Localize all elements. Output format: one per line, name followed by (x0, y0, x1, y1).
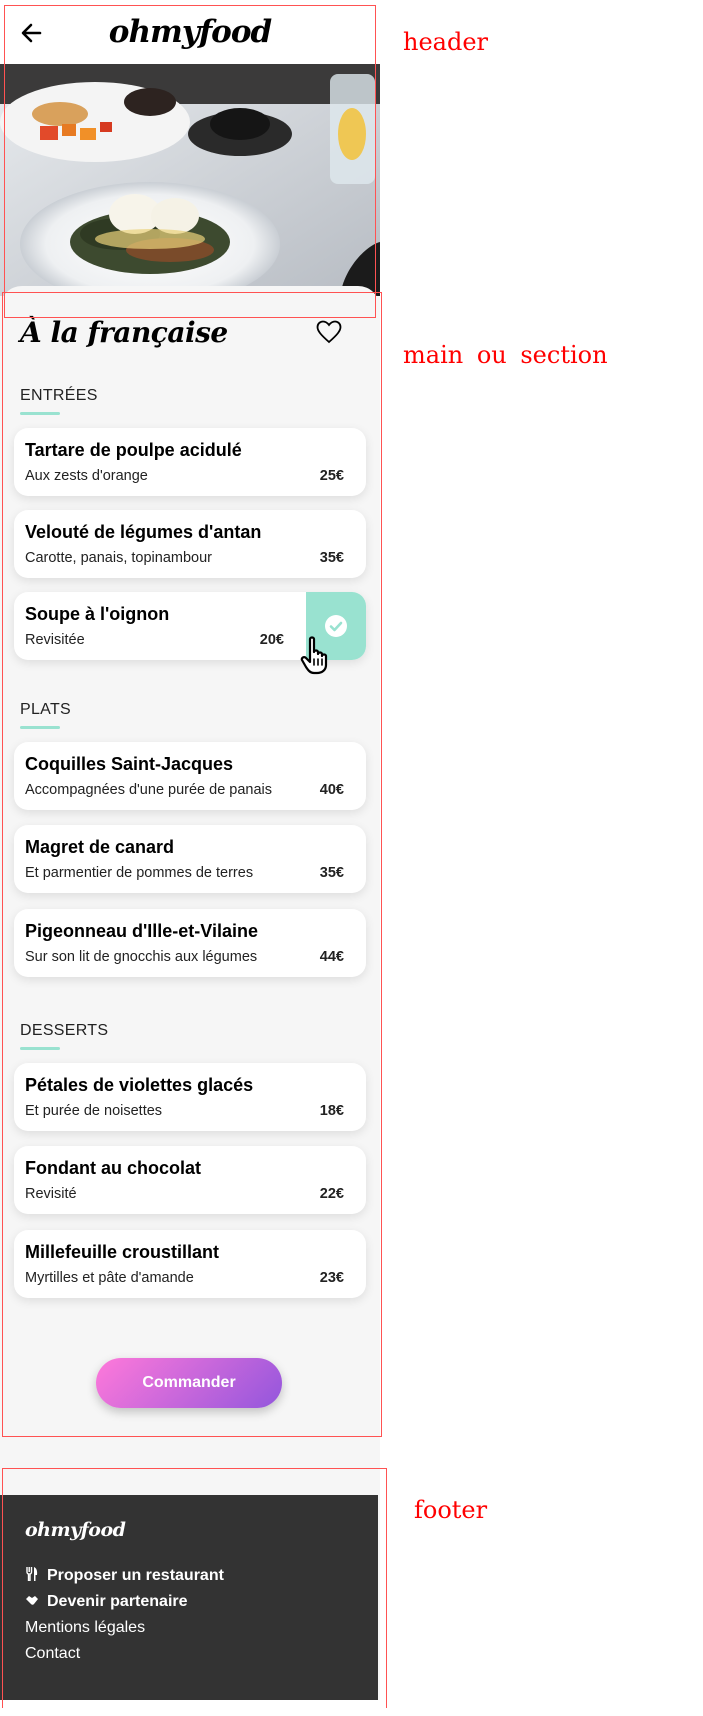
pointer-hand-icon (300, 636, 328, 675)
dish-description: Et parmentier de pommes de terres (25, 865, 254, 881)
dish-name: Magret de canard (25, 837, 175, 857)
section-underline (20, 412, 60, 415)
dish-price: 22€ (319, 1186, 344, 1202)
footer-link-propose-restaurant[interactable]: Proposer un restaurant (25, 1567, 224, 1585)
footer: ohmyfood Proposer un restaurant Devenir … (0, 1495, 378, 1700)
dish-price: 35€ (319, 865, 344, 881)
dish-description: Et purée de noisettes (25, 1103, 163, 1119)
footer-link-become-partner[interactable]: Devenir partenaire (25, 1593, 188, 1611)
handshake-icon (26, 1596, 38, 1605)
main-annotation-label: main ou section (403, 341, 608, 369)
dish-description: Revisitée (25, 632, 85, 648)
dish-card[interactable]: Fondant au chocolat Revisité 22€ (14, 1146, 366, 1214)
dish-card[interactable]: Millefeuille croustillant Myrtilles et p… (14, 1230, 366, 1298)
dish-name: Tartare de poulpe acidulé (25, 440, 242, 460)
section-title-desserts: DESSERTS (20, 1022, 109, 1039)
dish-description: Myrtilles et pâte d'amande (25, 1270, 194, 1286)
dish-price: 25€ (319, 468, 344, 484)
dish-name: Soupe à l'oignon (25, 604, 170, 624)
hero-image (0, 64, 380, 296)
dish-card[interactable]: Magret de canard Et parmentier de pommes… (14, 825, 366, 893)
app-logo[interactable]: ohmyfood (0, 14, 380, 50)
dish-price: 44€ (319, 949, 344, 965)
dish-name: Coquilles Saint-Jacques (25, 754, 234, 774)
phone-screen: ohmyfood À la française ENTRÉES Tartare … (0, 0, 380, 1700)
section-title-plats: PLATS (20, 701, 71, 718)
dish-price: 20€ (259, 632, 284, 648)
dish-name: Millefeuille croustillant (25, 1242, 220, 1262)
dish-card[interactable]: Pétales de violettes glacés Et purée de … (14, 1063, 366, 1131)
dish-card[interactable]: Tartare de poulpe acidulé Aux zests d'or… (14, 428, 366, 496)
page-title: À la française (20, 316, 228, 349)
dish-price: 18€ (319, 1103, 344, 1119)
footer-logo[interactable]: ohmyfood (25, 1519, 126, 1541)
footer-annotation-label: footer (414, 1496, 488, 1524)
footer-link-contact[interactable]: Contact (25, 1645, 80, 1663)
footer-link-legal[interactable]: Mentions légales (25, 1619, 145, 1637)
footer-link-label: Devenir partenaire (47, 1593, 188, 1610)
dish-name: Pétales de violettes glacés (25, 1075, 254, 1095)
heart-icon[interactable] (316, 320, 342, 344)
order-button[interactable]: Commander (96, 1358, 282, 1408)
header: ohmyfood (0, 0, 380, 64)
dish-description: Accompagnées d'une purée de panais (25, 782, 273, 798)
dish-description: Sur son lit de gnocchis aux légumes (25, 949, 258, 965)
dish-description: Carotte, panais, topinambour (25, 550, 212, 566)
dish-price: 23€ (319, 1270, 344, 1286)
section-underline (20, 1047, 60, 1050)
dish-card[interactable]: Velouté de légumes d'antan Carotte, pana… (14, 510, 366, 578)
dish-name: Pigeonneau d'Ille-et-Vilaine (25, 921, 258, 941)
dish-name: Velouté de légumes d'antan (25, 522, 262, 542)
section-underline (20, 726, 60, 729)
section-title-entrees: ENTRÉES (20, 387, 98, 404)
footer-link-label: Proposer un restaurant (47, 1567, 224, 1584)
dish-card[interactable]: Coquilles Saint-Jacques Accompagnées d'u… (14, 742, 366, 810)
dish-description: Revisité (25, 1186, 77, 1202)
utensils-icon (26, 1567, 38, 1581)
menu-section: À la française ENTRÉES Tartare de poulpe… (0, 286, 380, 1440)
header-annotation-label: header (403, 28, 489, 56)
dish-price: 40€ (319, 782, 344, 798)
dish-name: Fondant au chocolat (25, 1158, 202, 1178)
dish-description: Aux zests d'orange (25, 468, 148, 484)
dish-card[interactable]: Pigeonneau d'Ille-et-Vilaine Sur son lit… (14, 909, 366, 977)
dish-price: 35€ (319, 550, 344, 566)
